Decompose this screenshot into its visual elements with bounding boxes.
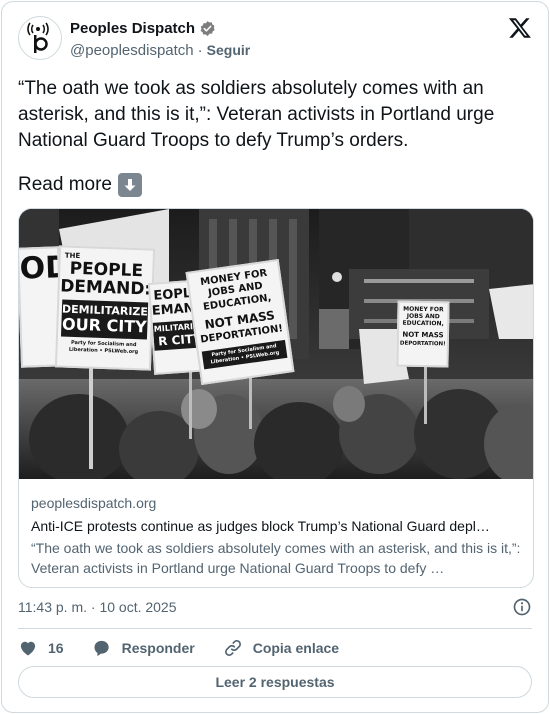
reply-bubble-icon	[94, 640, 109, 657]
sign4-line5: DEPORTATION!	[399, 340, 446, 348]
tweet-text: “The oath we took as soldiers absolutely…	[18, 78, 495, 151]
copy-link-button[interactable]: Copia enlace	[223, 638, 339, 658]
protest-sign-money-for-jobs: MONEY FOR JOBS AND EDUCATION, NOT MASS D…	[185, 259, 295, 385]
sign1-line3: DEMAND:	[59, 276, 152, 300]
copy-link-label: Copia enlace	[252, 640, 340, 656]
link-preview-text[interactable]: peoplesdispatch.org Anti-ICE protests co…	[19, 479, 533, 587]
link-title[interactable]: Anti-ICE protests continue as judges blo…	[31, 516, 523, 536]
display-name[interactable]: Peoples Dispatch	[70, 20, 195, 37]
peoples-dispatch-logo-icon	[27, 22, 49, 53]
tweet-embed-card: Peoples Dispatch @peoplesdispatch · Segu…	[1, 1, 549, 713]
read-more-label: Read more	[18, 174, 112, 195]
tweet-header: Peoples Dispatch @peoplesdispatch · Segu…	[18, 16, 532, 64]
link-preview-card[interactable]: ODAI THE PEOPLE DEMAND: DEMILITARIZE OUR…	[18, 208, 534, 588]
like-button[interactable]: 16	[18, 638, 64, 658]
sign1-line5: OUR CITY	[61, 314, 148, 337]
verified-badge-icon	[200, 20, 215, 36]
reply-button[interactable]: Responder	[92, 638, 195, 658]
reply-label: Responder	[121, 640, 195, 656]
link-domain[interactable]: peoplesdispatch.org	[31, 493, 523, 513]
read-replies-button[interactable]: Leer 2 respuestas	[18, 666, 532, 698]
link-icon	[224, 640, 241, 656]
sign0-text: ODAI	[19, 248, 64, 287]
sign1-footer: Party for Socialism and Liberation • PSL…	[68, 339, 139, 356]
follow-button[interactable]: Seguir	[207, 42, 251, 58]
link-preview-image[interactable]: ODAI THE PEOPLE DEMAND: DEMILITARIZE OUR…	[19, 209, 533, 479]
link-description: “The oath we took as soldiers absolutely…	[31, 540, 521, 576]
handle[interactable]: @peoplesdispatch	[70, 42, 194, 59]
heart-icon	[20, 641, 36, 656]
info-icon[interactable]	[512, 597, 532, 617]
action-bar: 16 Responder Copia enlace	[18, 636, 339, 660]
divider	[18, 628, 532, 629]
protest-sign-people-demand: THE PEOPLE DEMAND: DEMILITARIZE OUR CITY…	[54, 245, 156, 371]
separator-dot: ·	[197, 41, 203, 59]
account-names: Peoples Dispatch @peoplesdispatch · Segu…	[70, 17, 250, 61]
sign4-line3: EDUCATION,	[402, 319, 444, 328]
down-arrow-emoji-icon	[118, 173, 142, 197]
x-logo-icon[interactable]	[508, 16, 532, 40]
timestamp-row: 11:43 p. m. · 10 oct. 2025	[18, 596, 532, 618]
timestamp[interactable]: 11:43 p. m. · 10 oct. 2025	[18, 599, 177, 615]
avatar[interactable]	[18, 16, 62, 60]
protest-sign-money-for-jobs-2: MONEY FOR JOBS AND EDUCATION, NOT MASS D…	[396, 300, 450, 368]
read-more: Read more	[18, 172, 142, 198]
like-count: 16	[48, 640, 64, 656]
